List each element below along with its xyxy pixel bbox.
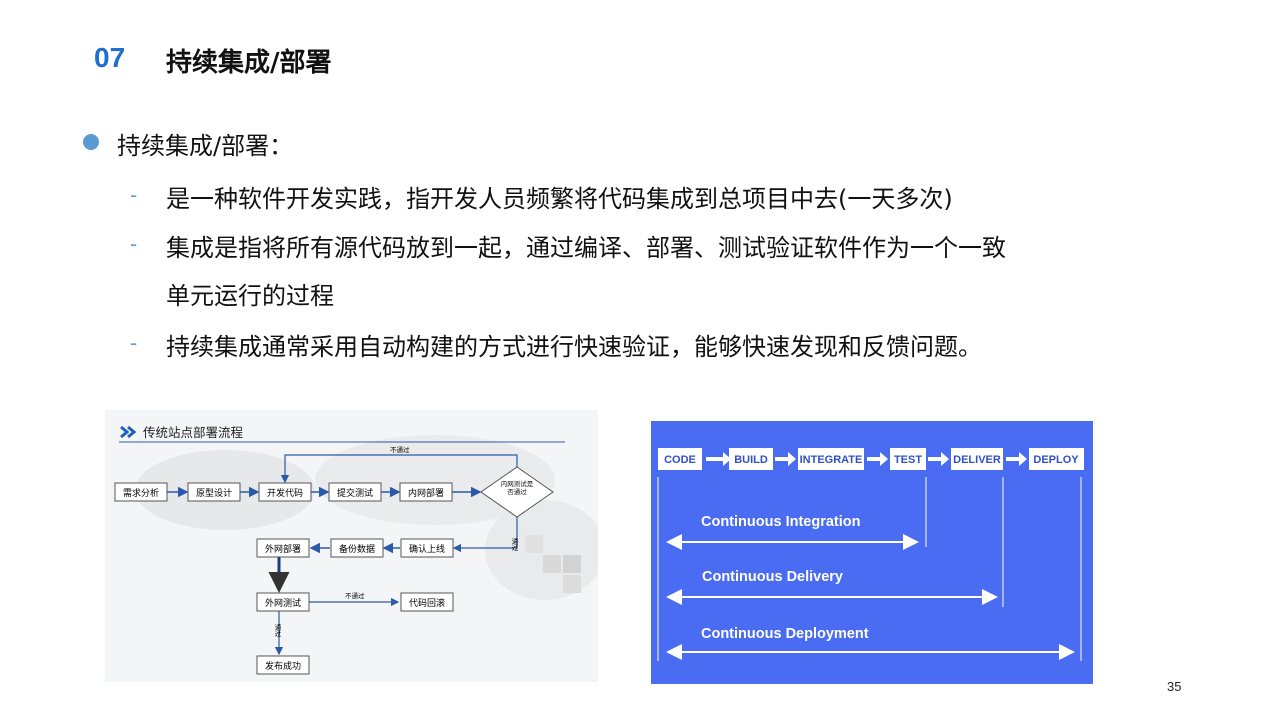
step-external-test: 外网测试 (265, 597, 301, 609)
step-submit-test: 提交测试 (337, 487, 373, 499)
step-backup-data: 备份数据 (339, 543, 375, 555)
section-number: 07 (94, 42, 126, 73)
step-external-deploy: 外网部署 (265, 543, 301, 555)
stage-test: TEST (894, 454, 922, 466)
stage-deliver: DELIVER (953, 454, 1001, 466)
step-confirm-release: 确认上线 (409, 543, 445, 555)
step-prototype: 原型设计 (196, 487, 232, 499)
stage-integrate: INTEGRATE (800, 454, 863, 466)
decision-label: 内网测试是否通过 (500, 480, 534, 496)
label-pass-down: 通过 (273, 623, 281, 639)
sub-item: 集成是指将所有源代码放到一起，通过编译、部署、测试验证软件作为一个一致 (166, 234, 1006, 262)
sub-item: 是一种软件开发实践，指开发人员频繁将代码集成到总项目中去(一天多次) (166, 185, 953, 213)
label-fail-mid: 不通过 (345, 591, 365, 600)
flowchart-diagram: 传统站点部署流程 需求分析 原型设计 开发代码 提交测试 内网部署 内网测试是否… (114, 425, 598, 675)
bullet-dot-icon (83, 134, 99, 150)
span-continuous-integration: Continuous Integration (701, 514, 860, 530)
page-title: 持续集成/部署 (166, 48, 332, 78)
step-requirements: 需求分析 (123, 487, 159, 499)
bullet-heading: 持续集成/部署： (117, 132, 294, 160)
step-intranet-deploy: 内网部署 (408, 487, 444, 499)
cicd-diagram: CODE BUILD INTEGRATE TEST DELIVER DEPLOY… (657, 448, 1084, 661)
step-develop: 开发代码 (267, 487, 303, 499)
span-continuous-deployment: Continuous Deployment (701, 626, 869, 642)
stage-deploy: DEPLOY (1033, 454, 1079, 466)
flowchart-title-icon (120, 425, 137, 439)
dash-marker: - (130, 183, 138, 207)
dash-marker: - (130, 232, 138, 256)
label-pass-right: 通过 (510, 537, 518, 553)
step-publish-success: 发布成功 (265, 660, 301, 672)
stage-build: BUILD (734, 454, 768, 466)
label-fail-top: 不通过 (390, 445, 410, 454)
step-code-rollback-label: 代码回滚 (409, 597, 445, 609)
dash-marker: - (130, 331, 138, 355)
flowchart-title: 传统站点部署流程 (143, 425, 244, 440)
stage-code: CODE (664, 454, 696, 466)
span-continuous-delivery: Continuous Delivery (702, 569, 843, 585)
cicd-panel: CODE BUILD INTEGRATE TEST DELIVER DEPLOY… (651, 421, 1093, 684)
flowchart-panel: 传统站点部署流程 需求分析 原型设计 开发代码 提交测试 内网部署 内网测试是否… (105, 410, 598, 682)
sub-item-continuation: 单元运行的过程 (166, 282, 334, 310)
page-number: 35 (1167, 679, 1182, 694)
sub-item: 持续集成通常采用自动构建的方式进行快速验证，能够快速发现和反馈问题。 (166, 333, 982, 361)
